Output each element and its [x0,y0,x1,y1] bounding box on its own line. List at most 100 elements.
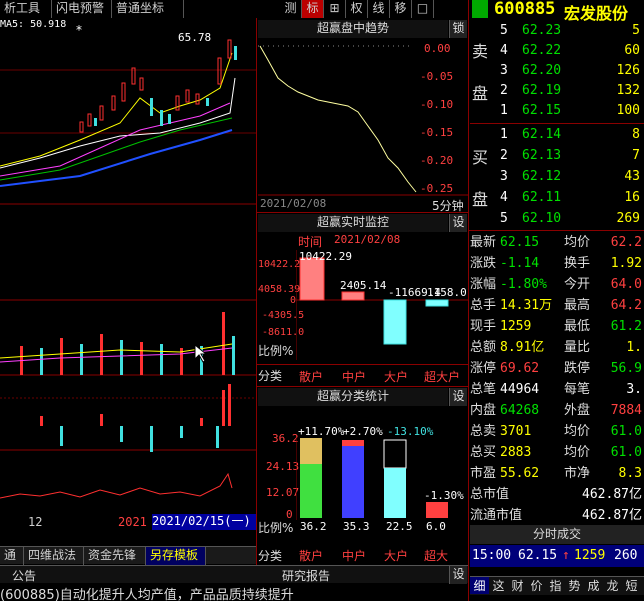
detail-tab[interactable]: 指 [546,577,565,594]
grid-button[interactable]: ⊞ [324,0,346,18]
bottom-tab[interactable]: 资金先锋 [84,547,146,565]
ticks-title[interactable]: 分时成交 [470,525,644,544]
stat-label: 总手 [470,298,497,313]
monitor-bar-value: 1158.0 [427,286,467,299]
bar-medium [341,291,365,301]
bid-row[interactable]: 1 62.14 8 [470,124,644,145]
stat-value: 3. [626,382,642,397]
category-label: 大户 [384,549,409,563]
bar-large [383,299,407,345]
detail-tab[interactable]: 价 [527,577,546,594]
trend-y-label: -0.05 [420,70,454,83]
monitor-settings-button[interactable]: 设 [449,214,467,232]
bid-volume: 8 [632,127,640,142]
rights-button[interactable]: 权 [346,0,368,18]
category-y-label: 24.13 [266,460,300,473]
news-tab[interactable]: 公告 [12,567,36,584]
detail-tab[interactable]: 这 [489,577,508,594]
stat-label: 总笔 [470,382,497,397]
stat-value: 62.15 [500,235,540,250]
analysis-tools-menu[interactable]: 析工具 [0,0,52,18]
category-label: 大户 [384,370,409,384]
divider [469,230,644,231]
bottom-tab[interactable]: 四维战法 [24,547,84,565]
stat-label: 内盘 [470,403,497,418]
line-button[interactable]: 线 [368,0,390,18]
ask-volume: 132 [616,83,640,98]
divider [257,386,468,387]
detail-tab[interactable]: 势 [565,577,584,594]
detail-tab[interactable]: 龙 [603,577,622,594]
stat-label: 涨停 [470,361,497,376]
trend-y-label: -0.15 [420,126,454,139]
tick-count: 260 [614,548,638,563]
stat-value: 64268 [500,403,540,418]
monitor-bars [296,250,468,360]
trend-y-label: 0.00 [424,42,451,55]
stat-value: 44964 [500,382,540,397]
news-settings-button[interactable]: 设 [449,566,467,584]
bid-price: 62.13 [522,148,562,163]
monitor-panel-title: 超赢实时监控 [258,214,448,232]
ask-row[interactable]: 4 62.22 60 [470,40,644,61]
category-y-label: 12.07 [266,486,300,499]
stat-row: 现手 1259 最低 61.2 [470,316,644,337]
stat-row: 总买 2883 均价 61.0 [470,442,644,463]
ask-row[interactable]: 2 62.19 132 [470,80,644,101]
ask-row[interactable]: 3 62.20 126 [470,60,644,81]
stat-label: 总卖 [470,424,497,439]
stat-label: 涨跌 [470,256,497,271]
stat-label: 量比 [564,340,591,355]
ask-volume: 60 [624,43,640,58]
bottom-tab[interactable]: 通 [0,547,24,565]
ask-volume: 100 [616,103,640,118]
ask-row[interactable]: 5 62.23 5 [470,20,644,41]
monitor-ratio-label: 比例% [258,344,294,358]
measure-button[interactable]: 测 [280,0,302,18]
stat-row: 总笔 44964 每笔 3. [470,379,644,400]
bid-volume: 16 [624,190,640,205]
stat-value: 1259 [500,319,532,334]
mark-button[interactable]: 标 [302,0,324,18]
ask-row[interactable]: 1 62.15 100 [470,100,644,121]
tick-row[interactable]: 15:00 62.15 ↑ 1259 260 [470,545,644,567]
divider [257,364,468,365]
detail-tab[interactable]: 细 [470,577,489,594]
bid-volume: 269 [616,211,640,226]
move-button[interactable]: 移 [390,0,412,18]
bid-row[interactable]: 2 62.13 7 [470,145,644,166]
detail-tab[interactable]: 财 [508,577,527,594]
bid-row[interactable]: 4 62.11 16 [470,187,644,208]
bid-price: 62.12 [522,169,562,184]
window-button[interactable]: □ [412,0,434,18]
category-settings-button[interactable]: 设 [449,388,467,406]
divider [468,0,469,601]
news-tab[interactable]: 研究报告 [282,567,330,584]
category-value: 36.2 [300,520,327,533]
trend-y-label: -0.25 [420,182,454,195]
monitor-y-label: 4058.39 [258,284,301,295]
kline-chart[interactable]: MA5: 50.918 65.78 * 12 2021 2021/02/15(一… [0,18,256,530]
stat-value: 56.9 [610,361,642,376]
divider [257,212,468,213]
category-bars [296,436,448,520]
stat-row: 总卖 3701 均价 61.0 [470,421,644,442]
monitor-date: 2021/02/08 [334,233,401,246]
bottom-tab-active[interactable]: 另存模板 [146,547,206,565]
stock-flag-icon [472,0,488,18]
bid-level: 5 [500,211,508,226]
news-ticker[interactable]: (600885)自动化提升人均产值，产品品质持续提升 [0,584,468,601]
detail-tab[interactable]: 成 [584,577,603,594]
detail-tab[interactable]: 短 [622,577,641,594]
stat-value: 61.0 [610,424,642,439]
normal-axis-menu[interactable]: 普通坐标 [112,0,184,18]
bid-row[interactable]: 5 62.10 269 [470,208,644,229]
bid-row[interactable]: 3 62.12 43 [470,166,644,187]
lock-button[interactable]: 锁 [449,20,467,38]
stat-row: 市盈 55.62 市净 8.3 [470,463,644,484]
flash-alert-menu[interactable]: 闪电预警 [52,0,112,18]
stat-value: 55.62 [500,466,540,481]
monitor-time-label: 时间 [298,235,323,249]
stock-header: 600885 宏发股份 [470,0,644,23]
stat-row: 涨跌 -1.14 换手 1.92 [470,253,644,274]
